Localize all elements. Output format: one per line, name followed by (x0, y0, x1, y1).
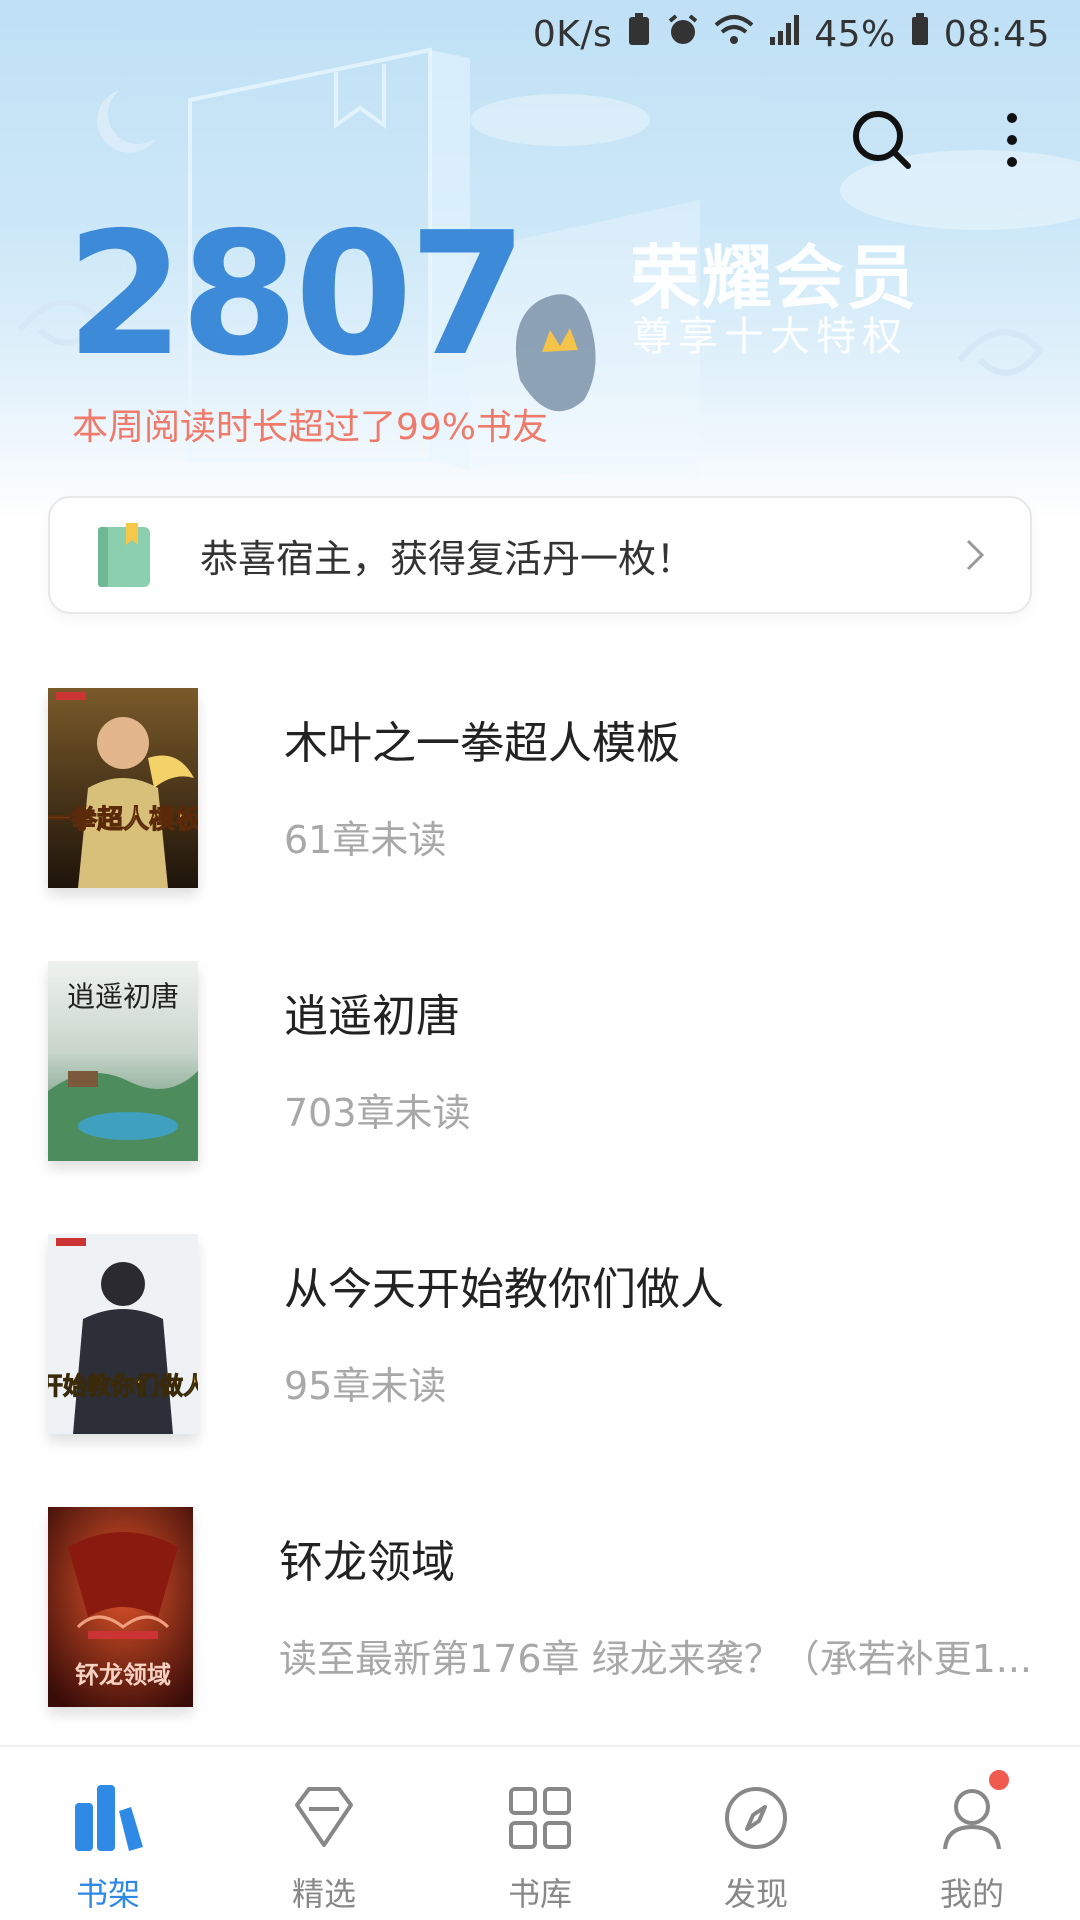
book-info: 逍遥初唐 703章未读 (284, 961, 471, 1137)
chevron-right-icon (966, 539, 985, 571)
diamond-icon (295, 1787, 353, 1847)
book-info: 钚龙领域 读至最新第176章 绿龙来袭？（承若补更1... (279, 1507, 1032, 1683)
alarm-icon (666, 13, 700, 56)
clock: 08:45 (943, 13, 1050, 55)
signal-icon (768, 13, 800, 56)
book-title: 木叶之一拳超人模板 (284, 718, 680, 769)
book-cover[interactable]: 开始教你们做人 (48, 1234, 198, 1434)
battery-saver-icon (626, 12, 652, 56)
book-title: 钚龙领域 (278, 1537, 455, 1588)
reward-notice-text: 恭喜宿主，获得复活丹一枚！ (200, 536, 695, 581)
book-icon (98, 523, 150, 587)
weekly-reading-minutes: 2807 (66, 196, 527, 394)
nav-discover[interactable]: 发现 (648, 1747, 864, 1920)
compass-icon (725, 1787, 787, 1849)
bookshelf-icon (75, 1785, 143, 1851)
reading-stats-banner[interactable]: 0K/s 45% 08:45 2807 本周阅读时长超过了99%书友 荣耀会员 … (0, 0, 1080, 520)
book-title: 从今天开始教你们做人 (284, 1264, 724, 1315)
book-progress: 703章未读 (284, 1090, 471, 1135)
nav-label: 书架 (75, 1875, 140, 1913)
nav-library[interactable]: 书库 (432, 1747, 648, 1920)
reading-rank-note: 本周阅读时长超过了99%书友 (72, 407, 549, 448)
book-item[interactable]: 开始教你们做人 从今天开始教你们做人 95章未读 (48, 1234, 1032, 1434)
book-title: 逍遥初唐 (284, 991, 460, 1042)
bottom-navigation: 书架 精选 书库 发现 我的 (0, 1745, 1080, 1920)
book-info: 木叶之一拳超人模板 61章未读 (284, 688, 680, 864)
nav-label: 精选 (291, 1875, 356, 1913)
more-options-button[interactable] (972, 100, 1052, 180)
vip-subtitle: 尊享十大特权 (632, 314, 908, 360)
book-item[interactable]: 钚龙领域 钚龙领域 读至最新第176章 绿龙来袭？（承若补更1... (48, 1507, 1032, 1707)
nav-label: 发现 (723, 1875, 788, 1913)
book-info: 从今天开始教你们做人 95章未读 (284, 1234, 724, 1410)
book-item[interactable]: 逍遥初唐 逍遥初唐 703章未读 (48, 961, 1032, 1161)
cover-title: 钚龙领域 (75, 1660, 171, 1689)
book-item[interactable]: 一拳超人模板 木叶之一拳超人模板 61章未读 (48, 688, 1032, 888)
bookshelf-page: 0K/s 45% 08:45 2807 本周阅读时长超过了99%书友 荣耀会员 … (0, 0, 1080, 1920)
nav-profile[interactable]: 我的 (864, 1747, 1080, 1920)
battery-percent: 45% (814, 13, 896, 55)
nav-bookshelf[interactable]: 书架 (0, 1747, 216, 1920)
book-progress: 61章未读 (284, 817, 447, 862)
battery-icon (910, 12, 930, 56)
search-button[interactable] (842, 100, 922, 180)
cover-title: 逍遥初唐 (67, 980, 179, 1013)
nav-label: 我的 (939, 1875, 1004, 1913)
network-speed: 0K/s (532, 13, 613, 55)
search-icon (853, 111, 911, 169)
book-cover[interactable]: 逍遥初唐 (48, 961, 198, 1161)
cover-title: 一拳超人模板 (48, 805, 198, 835)
book-progress: 95章未读 (284, 1363, 447, 1408)
header-actions (842, 100, 1052, 180)
cover-title: 开始教你们做人 (48, 1371, 198, 1400)
book-cover[interactable]: 钚龙领域 (48, 1507, 193, 1707)
notification-dot (986, 1767, 1012, 1793)
nav-featured[interactable]: 精选 (216, 1747, 432, 1920)
book-progress: 读至最新第176章 绿龙来袭？（承若补更1... (278, 1636, 1032, 1681)
reward-notice-card[interactable]: 恭喜宿主，获得复活丹一枚！ (48, 496, 1032, 614)
more-vertical-icon (1007, 113, 1017, 167)
book-cover[interactable]: 一拳超人模板 (48, 688, 198, 888)
grid-icon (509, 1787, 571, 1849)
wifi-icon (714, 13, 754, 56)
nav-label: 书库 (507, 1875, 572, 1913)
status-bar: 0K/s 45% 08:45 (0, 0, 1080, 68)
